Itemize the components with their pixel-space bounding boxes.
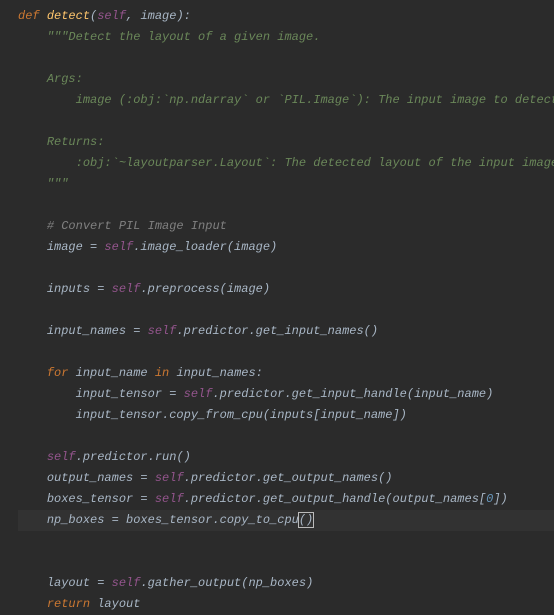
self-ref: self <box>47 450 76 464</box>
param-self: self <box>97 9 126 23</box>
code-line: Args: <box>18 72 83 86</box>
cursor-position: () <box>299 513 313 527</box>
code-line: output_names = self.predictor.get_output… <box>18 471 393 485</box>
code-line: # Convert PIL Image Input <box>18 219 227 233</box>
code-line <box>18 114 47 128</box>
keyword-for: for <box>47 366 76 380</box>
code-text: image = <box>47 240 105 254</box>
code-line: for input_name in input_names: <box>18 366 263 380</box>
self-ref: self <box>148 324 177 338</box>
code-line: image (:obj:`np.ndarray` or `PIL.Image`)… <box>18 93 554 107</box>
code-editor[interactable]: def detect(self, image): """Detect the l… <box>18 6 554 615</box>
code-line: """ <box>18 177 68 191</box>
docstring: image (:obj:`np.ndarray` or `PIL.Image`)… <box>47 93 554 107</box>
code-line <box>18 555 47 569</box>
keyword-in: in <box>155 366 177 380</box>
code-line: Returns: <box>18 135 104 149</box>
code-line <box>18 303 47 317</box>
code-line: inputs = self.preprocess(image) <box>18 282 270 296</box>
docstring: Args: <box>47 72 83 86</box>
code-text: input_tensor.copy_from_cpu(inputs[input_… <box>76 408 407 422</box>
self-ref: self <box>112 576 141 590</box>
code-text: .predictor.run() <box>76 450 191 464</box>
code-text: np_boxes = boxes_tensor.copy_to_cpu <box>47 513 299 527</box>
code-line: input_names = self.predictor.get_input_n… <box>18 324 378 338</box>
code-line: return layout <box>18 597 140 611</box>
code-text: .predictor.get_output_names() <box>184 471 393 485</box>
code-line: layout = self.gather_output(np_boxes) <box>18 576 313 590</box>
code-text: input_names: <box>176 366 262 380</box>
code-line <box>18 198 47 212</box>
code-text: inputs = <box>47 282 112 296</box>
docstring: Returns: <box>47 135 105 149</box>
code-text: input_names = <box>47 324 148 338</box>
self-ref: self <box>155 492 184 506</box>
code-text: .predictor.get_input_handle(input_name) <box>212 387 493 401</box>
code-text: input_tensor = <box>76 387 184 401</box>
code-line: boxes_tensor = self.predictor.get_output… <box>18 492 508 506</box>
self-ref: self <box>104 240 133 254</box>
keyword-def: def <box>18 9 47 23</box>
paren-close: ): <box>176 9 190 23</box>
code-line <box>18 261 47 275</box>
keyword-return: return <box>47 597 97 611</box>
docstring: :obj:`~layoutparser.Layout`: The detecte… <box>47 156 554 170</box>
code-text: boxes_tensor = <box>47 492 155 506</box>
comma: , <box>126 9 140 23</box>
docstring: """Detect the layout of a given image. <box>47 30 321 44</box>
code-text: .preprocess(image) <box>140 282 270 296</box>
self-ref: self <box>184 387 213 401</box>
code-line <box>18 429 47 443</box>
code-line: """Detect the layout of a given image. <box>18 30 320 44</box>
code-text: output_names = <box>47 471 155 485</box>
self-ref: self <box>112 282 141 296</box>
code-line: input_tensor.copy_from_cpu(inputs[input_… <box>18 408 407 422</box>
code-text: ]) <box>493 492 507 506</box>
code-line: image = self.image_loader(image) <box>18 240 277 254</box>
code-text: .predictor.get_input_names() <box>176 324 378 338</box>
code-line: input_tensor = self.predictor.get_input_… <box>18 387 493 401</box>
comment: # Convert PIL Image Input <box>47 219 227 233</box>
self-ref: self <box>155 471 184 485</box>
code-text: input_name <box>76 366 155 380</box>
code-line: :obj:`~layoutparser.Layout`: The detecte… <box>18 156 554 170</box>
code-text: layout <box>97 597 140 611</box>
param-image: image <box>140 9 176 23</box>
docstring: """ <box>47 177 69 191</box>
code-line: def detect(self, image): <box>18 9 191 23</box>
code-line: self.predictor.run() <box>18 450 191 464</box>
code-line-active: np_boxes = boxes_tensor.copy_to_cpu() <box>18 510 554 531</box>
code-text: layout = <box>47 576 112 590</box>
code-line <box>18 345 47 359</box>
function-name: detect <box>47 9 90 23</box>
code-text: .image_loader(image) <box>133 240 277 254</box>
code-text: .predictor.get_output_handle(output_name… <box>184 492 486 506</box>
code-line <box>18 51 47 65</box>
code-text: .gather_output(np_boxes) <box>140 576 313 590</box>
